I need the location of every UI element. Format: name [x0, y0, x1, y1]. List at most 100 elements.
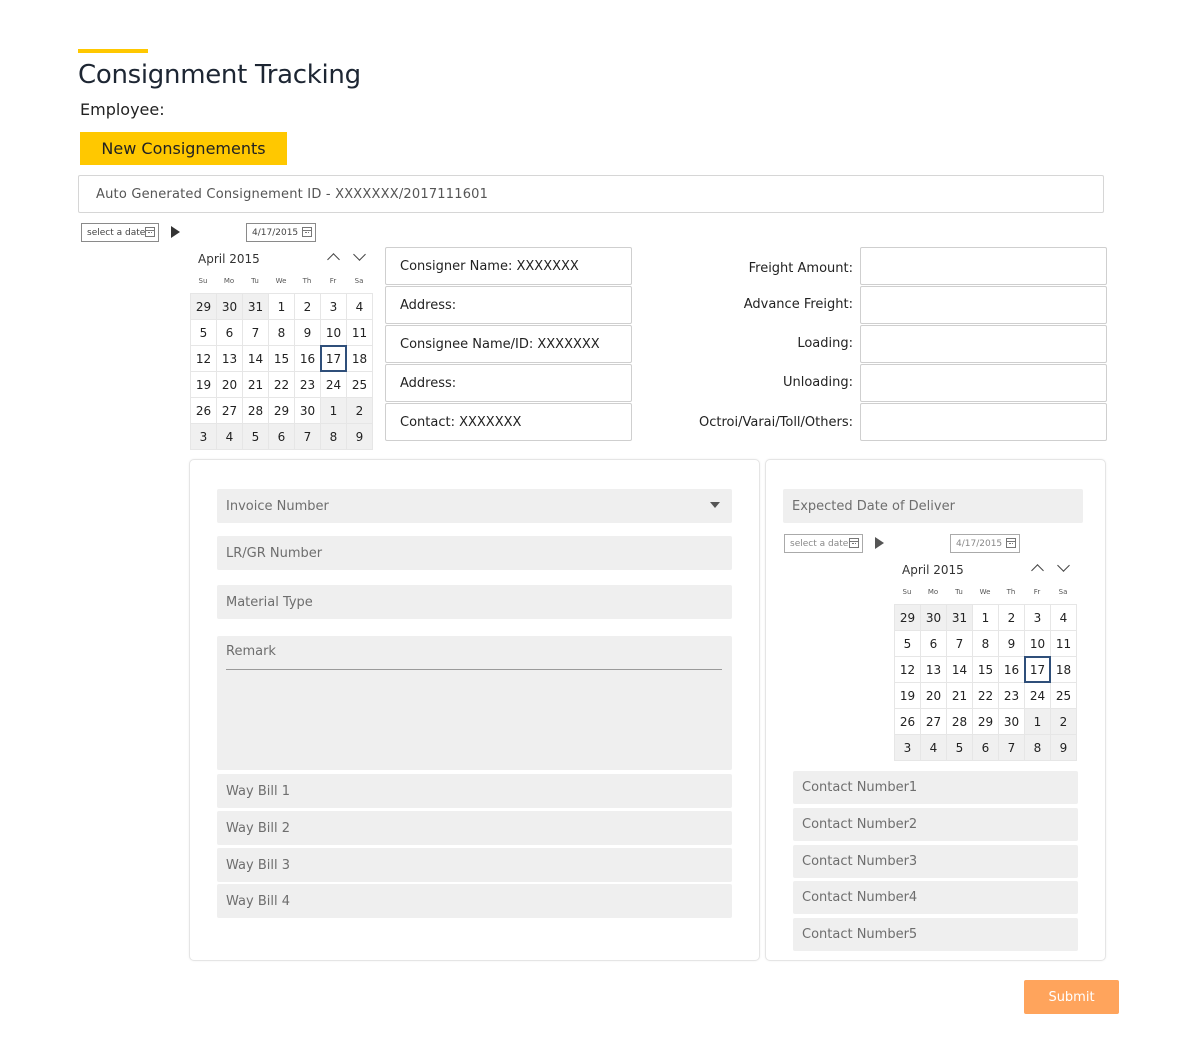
calendar-day[interactable]: 3 — [894, 734, 921, 761]
calendar-day[interactable]: 31 — [946, 604, 973, 631]
calendar-day[interactable]: 29 — [972, 708, 999, 735]
expected-end-date-picker[interactable]: 4/17/2015 — [950, 534, 1020, 553]
calendar-day[interactable]: 18 — [1050, 656, 1077, 683]
calendar-day[interactable]: 24 — [320, 371, 347, 398]
calendar-day[interactable]: 1 — [320, 397, 347, 424]
calendar-day[interactable]: 11 — [1050, 630, 1077, 657]
expected-start-date-picker[interactable]: select a date — [784, 534, 863, 553]
calendar-day[interactable]: 15 — [268, 345, 295, 372]
calendar-day[interactable]: 25 — [1050, 682, 1077, 709]
calendar-day[interactable]: 16 — [998, 656, 1025, 683]
calendar-day[interactable]: 8 — [268, 319, 295, 346]
submit-button[interactable]: Submit — [1024, 980, 1119, 1014]
advance-freight-input[interactable] — [860, 286, 1107, 324]
calendar-day[interactable]: 29 — [268, 397, 295, 424]
calendar-day[interactable]: 22 — [972, 682, 999, 709]
calendar-day[interactable]: 7 — [294, 423, 321, 450]
calendar-day[interactable]: 29 — [190, 293, 217, 320]
prev-month-button[interactable] — [1031, 562, 1044, 577]
lrgr-number-input[interactable]: LR/GR Number — [217, 536, 732, 570]
calendar-day[interactable]: 12 — [894, 656, 921, 683]
calendar-day[interactable]: 6 — [268, 423, 295, 450]
calendar-day[interactable]: 21 — [946, 682, 973, 709]
way-bill-2-input[interactable]: Way Bill 2 — [217, 811, 732, 845]
calendar-day[interactable]: 20 — [920, 682, 947, 709]
end-date-picker[interactable]: 4/17/2015 — [246, 223, 316, 242]
loading-input[interactable] — [860, 325, 1107, 363]
contact-number-5-input[interactable]: Contact Number5 — [793, 918, 1078, 951]
calendar-day[interactable]: 7 — [242, 319, 269, 346]
remark-textarea[interactable]: Remark — [217, 636, 732, 770]
calendar-day[interactable]: 9 — [998, 630, 1025, 657]
calendar-day[interactable]: 19 — [190, 371, 217, 398]
calendar-day[interactable]: 14 — [242, 345, 269, 372]
calendar-day[interactable]: 20 — [216, 371, 243, 398]
calendar-day[interactable]: 13 — [920, 656, 947, 683]
way-bill-3-input[interactable]: Way Bill 3 — [217, 848, 732, 882]
material-type-input[interactable]: Material Type — [217, 585, 732, 619]
calendar-day[interactable]: 4 — [346, 293, 373, 320]
contact-number-1-input[interactable]: Contact Number1 — [793, 771, 1078, 804]
calendar-day[interactable]: 2 — [346, 397, 373, 424]
calendar-day[interactable]: 28 — [946, 708, 973, 735]
calendar-day[interactable]: 3 — [190, 423, 217, 450]
calendar-day[interactable]: 15 — [972, 656, 999, 683]
next-month-button[interactable] — [1057, 559, 1070, 574]
calendar-day[interactable]: 8 — [972, 630, 999, 657]
calendar-day[interactable]: 9 — [1050, 734, 1077, 761]
play-arrow-icon[interactable] — [171, 226, 180, 238]
calendar-day[interactable]: 3 — [1024, 604, 1051, 631]
calendar-day[interactable]: 7 — [998, 734, 1025, 761]
calendar-day[interactable]: 10 — [1024, 630, 1051, 657]
calendar-day[interactable]: 8 — [320, 423, 347, 450]
calendar-day[interactable]: 9 — [294, 319, 321, 346]
calendar-day[interactable]: 5 — [242, 423, 269, 450]
calendar-day[interactable]: 23 — [294, 371, 321, 398]
calendar-day[interactable]: 24 — [1024, 682, 1051, 709]
contact-number-3-input[interactable]: Contact Number3 — [793, 845, 1078, 878]
calendar-day[interactable]: 17 — [1024, 656, 1051, 683]
calendar-day[interactable]: 26 — [894, 708, 921, 735]
calendar-day[interactable]: 7 — [946, 630, 973, 657]
calendar-day[interactable]: 18 — [346, 345, 373, 372]
calendar-day[interactable]: 14 — [946, 656, 973, 683]
calendar-day[interactable]: 25 — [346, 371, 373, 398]
calendar-day[interactable]: 26 — [190, 397, 217, 424]
calendar-day[interactable]: 2 — [1050, 708, 1077, 735]
calendar-day[interactable]: 6 — [216, 319, 243, 346]
calendar-day[interactable]: 29 — [894, 604, 921, 631]
calendar-day[interactable]: 27 — [920, 708, 947, 735]
contact-number-4-input[interactable]: Contact Number4 — [793, 881, 1078, 914]
way-bill-4-input[interactable]: Way Bill 4 — [217, 884, 732, 918]
play-arrow-icon[interactable] — [875, 537, 884, 549]
calendar-day[interactable]: 2 — [998, 604, 1025, 631]
calendar-day[interactable]: 5 — [946, 734, 973, 761]
calendar-day[interactable]: 21 — [242, 371, 269, 398]
calendar-day[interactable]: 6 — [972, 734, 999, 761]
calendar-day[interactable]: 6 — [920, 630, 947, 657]
calendar-day[interactable]: 4 — [1050, 604, 1077, 631]
start-date-picker[interactable]: select a date — [81, 223, 159, 242]
contact-number-2-input[interactable]: Contact Number2 — [793, 808, 1078, 841]
calendar-day[interactable]: 28 — [242, 397, 269, 424]
calendar-day[interactable]: 31 — [242, 293, 269, 320]
calendar-day[interactable]: 16 — [294, 345, 321, 372]
calendar-day[interactable]: 4 — [216, 423, 243, 450]
calendar-day[interactable]: 1 — [1024, 708, 1051, 735]
calendar-day[interactable]: 2 — [294, 293, 321, 320]
new-consignments-button[interactable]: New Consignements — [80, 132, 287, 165]
calendar-day[interactable]: 9 — [346, 423, 373, 450]
calendar-day[interactable]: 1 — [268, 293, 295, 320]
calendar-day[interactable]: 5 — [190, 319, 217, 346]
calendar-day[interactable]: 10 — [320, 319, 347, 346]
calendar-day[interactable]: 27 — [216, 397, 243, 424]
calendar-day[interactable]: 3 — [320, 293, 347, 320]
calendar-day[interactable]: 17 — [320, 345, 347, 372]
calendar-day[interactable]: 4 — [920, 734, 947, 761]
calendar-day[interactable]: 22 — [268, 371, 295, 398]
prev-month-button[interactable] — [327, 251, 340, 266]
next-month-button[interactable] — [353, 248, 366, 263]
octroi-input[interactable] — [860, 403, 1107, 441]
calendar-day[interactable]: 11 — [346, 319, 373, 346]
calendar-day[interactable]: 23 — [998, 682, 1025, 709]
